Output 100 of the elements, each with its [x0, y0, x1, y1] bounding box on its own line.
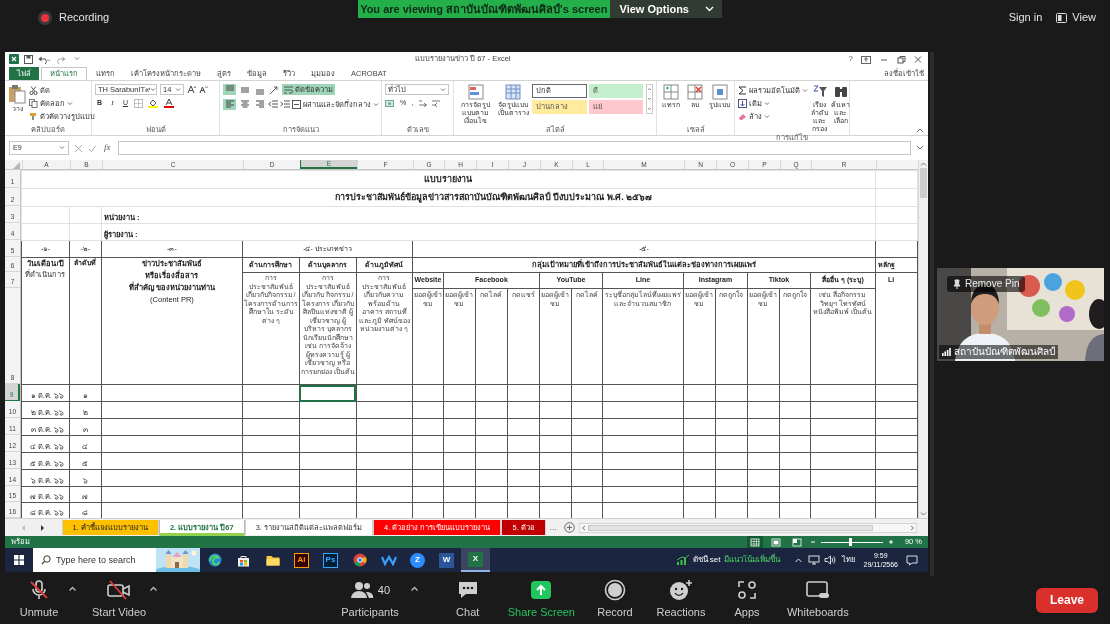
muted-camera-icon [107, 580, 132, 601]
search-bar[interactable]: Type here to search [33, 548, 200, 572]
align-center-button[interactable] [238, 99, 251, 110]
orientation-icon[interactable] [268, 84, 280, 95]
check-icon[interactable] [88, 143, 97, 153]
align-left-icon [223, 99, 236, 110]
view-mode-button[interactable] [746, 536, 763, 548]
toolbar-button[interactable]: Start Video [89, 579, 150, 621]
caret-up-icon[interactable] [409, 585, 419, 593]
restore-icon[interactable] [895, 54, 907, 64]
align-middle-button[interactable] [238, 84, 251, 95]
decrease-decimal-icon[interactable] [431, 98, 442, 108]
toolbar-button[interactable]: Record [586, 579, 644, 621]
font-color-icon[interactable] [164, 98, 176, 109]
undo-icon[interactable] [38, 54, 51, 64]
participant-name: สถาบันบัณฑิตพัฒนศิลป์ [954, 345, 1055, 359]
add-sheet-icon[interactable] [564, 522, 576, 533]
toolbar-button[interactable]: Reactions [652, 579, 710, 621]
record-button-icon [604, 579, 626, 602]
chat-bubble-icon [456, 580, 479, 601]
taskbar-app[interactable]: X [461, 548, 490, 572]
taskbar-app[interactable]: Ai [287, 548, 316, 572]
network-icon[interactable] [808, 555, 821, 565]
caret-up-icon[interactable] [68, 585, 77, 593]
copy-icon [29, 99, 38, 108]
zoom-in-icon[interactable] [887, 539, 894, 545]
toolbar-button[interactable]: Apps [718, 579, 776, 621]
view-grid-icon [1056, 12, 1068, 23]
shrink-font-icon[interactable] [199, 85, 208, 94]
caret-icon [373, 101, 379, 108]
expand-formula-icon[interactable] [916, 145, 924, 151]
notification-icon[interactable] [906, 554, 918, 566]
muted-microphone-icon [28, 580, 50, 601]
help-button[interactable]: ? [845, 53, 856, 65]
currency-icon[interactable] [385, 98, 397, 108]
eraser-icon [738, 112, 747, 121]
toolbar-button[interactable]: 40 Participants [338, 579, 402, 621]
horizontal-scrollbar[interactable] [579, 522, 917, 533]
search-field[interactable]: Type here to search [56, 550, 151, 570]
toolbar-button[interactable]: Chat [438, 579, 497, 621]
wrap-text-icon [284, 85, 293, 94]
leave-button[interactable]: Leave [1035, 587, 1098, 613]
format-painter-icon [29, 112, 38, 121]
view-options-button[interactable]: View Options [609, 0, 722, 18]
decrease-indent-icon[interactable] [268, 100, 278, 109]
volume-icon[interactable] [824, 555, 837, 565]
vertical-scrollbar[interactable] [918, 160, 928, 518]
increase-decimal-icon[interactable] [418, 98, 429, 108]
increase-indent-icon[interactable] [280, 100, 290, 109]
toolbar-button[interactable]: Unmute [10, 579, 68, 621]
browser-icon [207, 553, 222, 567]
remove-pin-button[interactable]: Remove Pin [947, 275, 1026, 292]
align-middle-icon [238, 84, 251, 95]
gallery-scroll-icon[interactable] [646, 84, 653, 114]
folder-icon [265, 554, 280, 566]
banner-text: You are viewing สถาบันบัณฑิตพัฒนศิลป์'s screen [359, 1, 609, 17]
caret-icon [150, 86, 157, 93]
merge-icon [292, 100, 301, 109]
caret-icon [802, 87, 808, 94]
toolbar-button[interactable]: Whiteboards [784, 579, 852, 621]
save-icon[interactable] [24, 54, 33, 64]
zoom-out-icon[interactable] [809, 539, 816, 545]
scroll-down-icon [919, 510, 928, 518]
caret-up-icon[interactable] [794, 556, 804, 564]
fill-color-icon[interactable] [148, 98, 160, 109]
shopping-bag-icon [237, 553, 250, 567]
page-break-view-icon [791, 537, 802, 547]
conditional-formatting-icon [467, 84, 484, 100]
smiley-plus-icon [669, 579, 693, 602]
insert-cells-icon [662, 84, 679, 100]
paste-icon [8, 84, 26, 104]
caret-icon [67, 100, 73, 107]
whiteboard-icon [805, 580, 830, 601]
chrome-icon [352, 553, 367, 567]
view-button[interactable]: View [1056, 9, 1096, 26]
slider-thumb[interactable] [849, 538, 853, 546]
insert-function-button[interactable]: fx [102, 141, 113, 155]
stock-trend[interactable]: มีแนวโน้มเพิ่มขึ้น [724, 554, 781, 566]
tab-next-icon[interactable] [40, 523, 47, 532]
caret-up-icon[interactable] [149, 585, 159, 593]
taskbar-app[interactable]: Ps [316, 548, 345, 572]
more-sheets-button[interactable]: ... [545, 521, 561, 534]
scrollbar-thumb[interactable] [920, 168, 927, 198]
fill-down-icon [738, 99, 747, 108]
grow-font-icon[interactable] [187, 85, 196, 94]
taskbar-app[interactable]: W [432, 548, 461, 572]
trend-up-icon[interactable] [675, 554, 690, 566]
active-cell[interactable] [299, 384, 357, 402]
stock-name[interactable]: ดัชนี set [692, 554, 721, 566]
toolbar-button[interactable]: Share Screen [504, 579, 578, 621]
collapse-ribbon-icon[interactable] [916, 127, 924, 133]
binoculars-icon [832, 84, 849, 100]
align-right-icon [253, 99, 266, 110]
scrollbar-thumb[interactable] [588, 524, 874, 531]
table-format-icon [505, 84, 522, 100]
formula-field[interactable] [117, 141, 911, 155]
sign-in-button[interactable]: Sign in [1008, 9, 1043, 26]
ribbon-options-icon[interactable] [861, 54, 873, 64]
zoom-slider[interactable] [820, 538, 883, 546]
people-icon [349, 580, 374, 601]
